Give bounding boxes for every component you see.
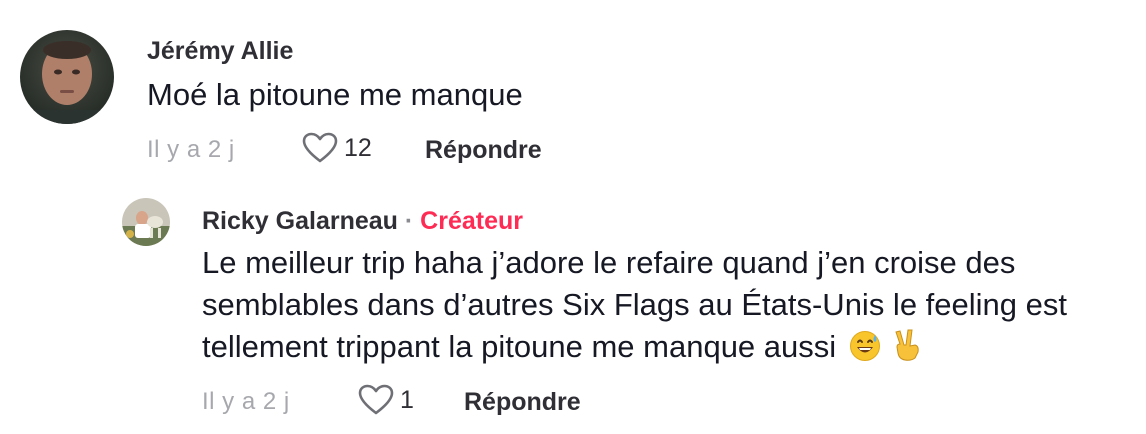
reply-item: Ricky Galarneau · Créateur Le meilleur t… [0, 190, 1146, 434]
grinning-sweat-emoji [849, 330, 881, 373]
reply-username-row: Ricky Galarneau · Créateur [202, 207, 523, 236]
heart-icon [358, 384, 394, 415]
reply-text-line: Le meilleur trip haha j’adore le refaire… [202, 245, 1016, 280]
reply-button[interactable]: Répondre [464, 388, 581, 417]
comment-timestamp: Il y a 2 j [147, 136, 235, 163]
like-count: 1 [400, 385, 414, 414]
comment-username[interactable]: Jérémy Allie [147, 37, 293, 66]
user-photo-icon [122, 198, 170, 246]
like-count: 12 [344, 133, 372, 162]
user-photo-icon [20, 30, 114, 124]
reply-timestamp: Il y a 2 j [202, 388, 290, 415]
heart-icon [302, 132, 338, 163]
avatar[interactable] [20, 30, 114, 124]
avatar[interactable] [122, 198, 170, 246]
like-button[interactable]: 12 [302, 132, 372, 164]
comment-item: Jérémy Allie Moé la pitoune me manque Il… [0, 0, 1146, 190]
victory-hand-emoji [893, 328, 921, 373]
separator-dot: · [404, 207, 414, 235]
reply-text-line: tellement trippant la pitoune me manque … [202, 326, 1132, 373]
like-button[interactable]: 1 [358, 384, 414, 416]
reply-button[interactable]: Répondre [425, 136, 542, 165]
reply-text: Le meilleur trip haha j’adore le refaire… [202, 242, 1132, 373]
reply-text-line: semblables dans d’autres Six Flags au Ét… [202, 287, 1067, 322]
creator-badge: Créateur [420, 207, 523, 235]
reply-username[interactable]: Ricky Galarneau [202, 207, 398, 235]
comment-text: Moé la pitoune me manque [147, 77, 523, 112]
